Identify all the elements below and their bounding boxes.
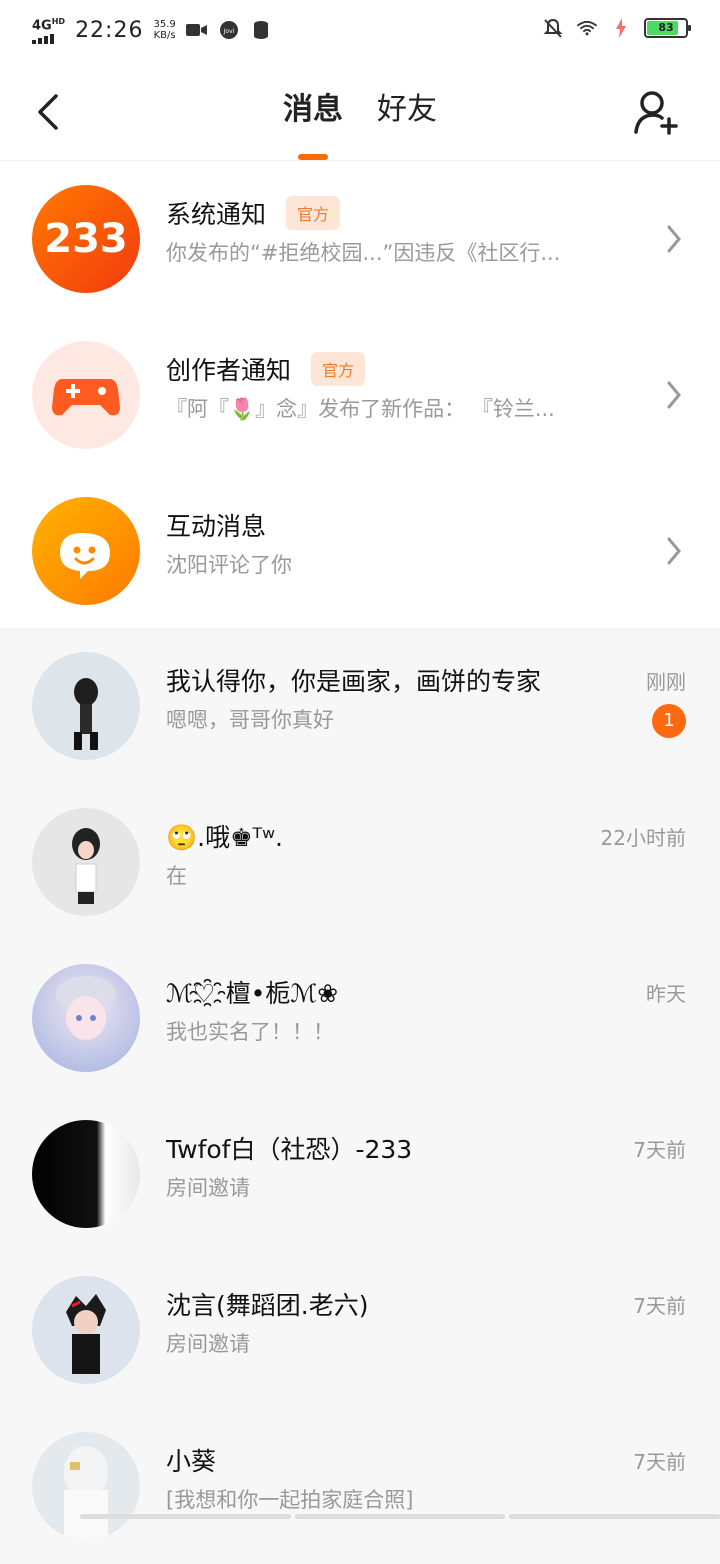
- conversation-item[interactable]: Twfof白（社恐）-233 房间邀请 7天前: [0, 1096, 720, 1252]
- signal-bars-icon: [32, 34, 65, 45]
- item-preview: 沈阳评论了你: [166, 553, 292, 577]
- speed-value: 35.9: [153, 19, 176, 31]
- active-tab-indicator: [298, 154, 328, 160]
- clock: 22:26: [75, 17, 144, 43]
- message-preview: [我想和你一起拍家庭合照]: [166, 1488, 414, 1512]
- item-title: 系统通知: [166, 200, 267, 229]
- tab-friends[interactable]: 好友: [377, 64, 437, 160]
- contact-name: 小葵: [166, 1447, 217, 1476]
- system-notice-item[interactable]: 233 系统通知 官方 你发布的“#拒绝校园...”因违反《社区行...: [0, 161, 720, 317]
- message-time: 刚刚: [646, 670, 686, 694]
- conversation-item[interactable]: ℳ♡҈檀•栀ℳ❀ 我也实名了！！！ 昨天: [0, 940, 720, 1096]
- bottom-edge-bar: [0, 1514, 720, 1520]
- battery-icon: 83: [644, 18, 691, 38]
- avatar-gamepad: [32, 341, 140, 449]
- mute-bell-icon: [542, 18, 564, 38]
- contact-name: ℳ♡҈檀•栀ℳ❀: [166, 979, 339, 1008]
- charging-icon: [610, 18, 632, 38]
- contact-name: 🙄.哦♚ᵀʷ.: [166, 823, 283, 852]
- message-time: 7天前: [633, 1450, 686, 1474]
- conversation-item[interactable]: 🙄.哦♚ᵀʷ. 在 22小时前: [0, 784, 720, 940]
- item-preview: 你发布的“#拒绝校园...”因违反《社区行...: [166, 241, 561, 265]
- avatar: [32, 1432, 140, 1540]
- storage-icon: [250, 20, 272, 40]
- conversation-item[interactable]: 沈言(舞蹈团.老六) 房间邀请 7天前: [0, 1252, 720, 1408]
- official-badge: 官方: [286, 196, 341, 230]
- chat-bubble-icon: [60, 533, 110, 579]
- contact-name: Twfof白（社恐）-233: [166, 1135, 413, 1164]
- network-hd: HD: [51, 17, 66, 26]
- avatar: [32, 652, 140, 760]
- message-preview: 房间邀请: [166, 1176, 250, 1200]
- creator-notice-item[interactable]: 创作者通知 官方 『阿『🌷』念』发布了新作品： 『铃兰...: [0, 317, 720, 473]
- message-time: 22小时前: [600, 826, 686, 850]
- avatar-chat-bubble: [32, 497, 140, 605]
- message-time: 昨天: [646, 982, 686, 1006]
- system-notifications: 233 系统通知 官方 你发布的“#拒绝校园...”因违反《社区行... 创作者…: [0, 161, 720, 628]
- speed-unit: KB/s: [153, 30, 176, 42]
- message-time: 7天前: [633, 1138, 686, 1162]
- add-user-icon: [634, 91, 678, 135]
- video-camera-icon: [185, 20, 208, 40]
- status-bar: 4GHD 22:26 35.9 KB/s Jovi 83: [0, 0, 720, 64]
- conversation-list: 我认得你，你是画家，画饼的专家 嗯嗯，哥哥你真好 刚刚 1 🙄.哦♚ᵀʷ. 在 …: [0, 628, 720, 1564]
- tab-bar: 消息 好友: [0, 64, 720, 160]
- gamepad-icon: [52, 379, 120, 416]
- avatar: [32, 1276, 140, 1384]
- chevron-right-icon: [667, 381, 681, 409]
- message-time: 7天前: [633, 1294, 686, 1318]
- avatar: [32, 808, 140, 916]
- tab-messages[interactable]: 消息: [283, 64, 343, 160]
- svg-text:Jovi: Jovi: [222, 28, 234, 35]
- chevron-right-icon: [667, 537, 681, 565]
- conversation-item[interactable]: 我认得你，你是画家，画饼的专家 嗯嗯，哥哥你真好 刚刚 1: [0, 628, 720, 784]
- item-title: 互动消息: [166, 512, 267, 541]
- battery-percent: 83: [658, 21, 674, 34]
- message-preview: 在: [166, 864, 187, 888]
- wifi-icon: [576, 18, 598, 38]
- message-preview: 嗯嗯，哥哥你真好: [166, 708, 334, 732]
- conversation-item[interactable]: 小葵 [我想和你一起拍家庭合照] 7天前: [0, 1408, 720, 1564]
- top-nav: 消息 好友: [0, 64, 720, 161]
- item-preview: 『阿『🌷』念』发布了新作品： 『铃兰...: [166, 397, 555, 421]
- avatar-233-logo: 233: [32, 185, 140, 293]
- avatar: [32, 1120, 140, 1228]
- contact-name: 沈言(舞蹈团.老六): [166, 1291, 369, 1320]
- official-badge: 官方: [311, 352, 366, 386]
- add-friend-button[interactable]: [632, 88, 680, 136]
- tab-messages-label: 消息: [283, 92, 343, 127]
- contact-name: 我认得你，你是画家，画饼的专家: [166, 667, 542, 696]
- tab-friends-label: 好友: [377, 92, 437, 127]
- signal-indicator: 4GHD: [32, 16, 66, 45]
- network-speed: 35.9 KB/s: [153, 19, 175, 41]
- avatar: [32, 964, 140, 1072]
- svg-text:233: 233: [44, 216, 128, 262]
- message-preview: 我也实名了！！！: [166, 1020, 334, 1044]
- interaction-notice-item[interactable]: 互动消息 沈阳评论了你: [0, 473, 720, 629]
- jovi-icon: Jovi: [218, 20, 240, 40]
- unread-badge: 1: [652, 704, 686, 738]
- message-preview: 房间邀请: [166, 1332, 250, 1356]
- network-type: 4G: [32, 18, 52, 34]
- chevron-right-icon: [667, 225, 681, 253]
- item-title: 创作者通知: [166, 356, 292, 385]
- logo-233-icon: 233: [44, 216, 128, 262]
